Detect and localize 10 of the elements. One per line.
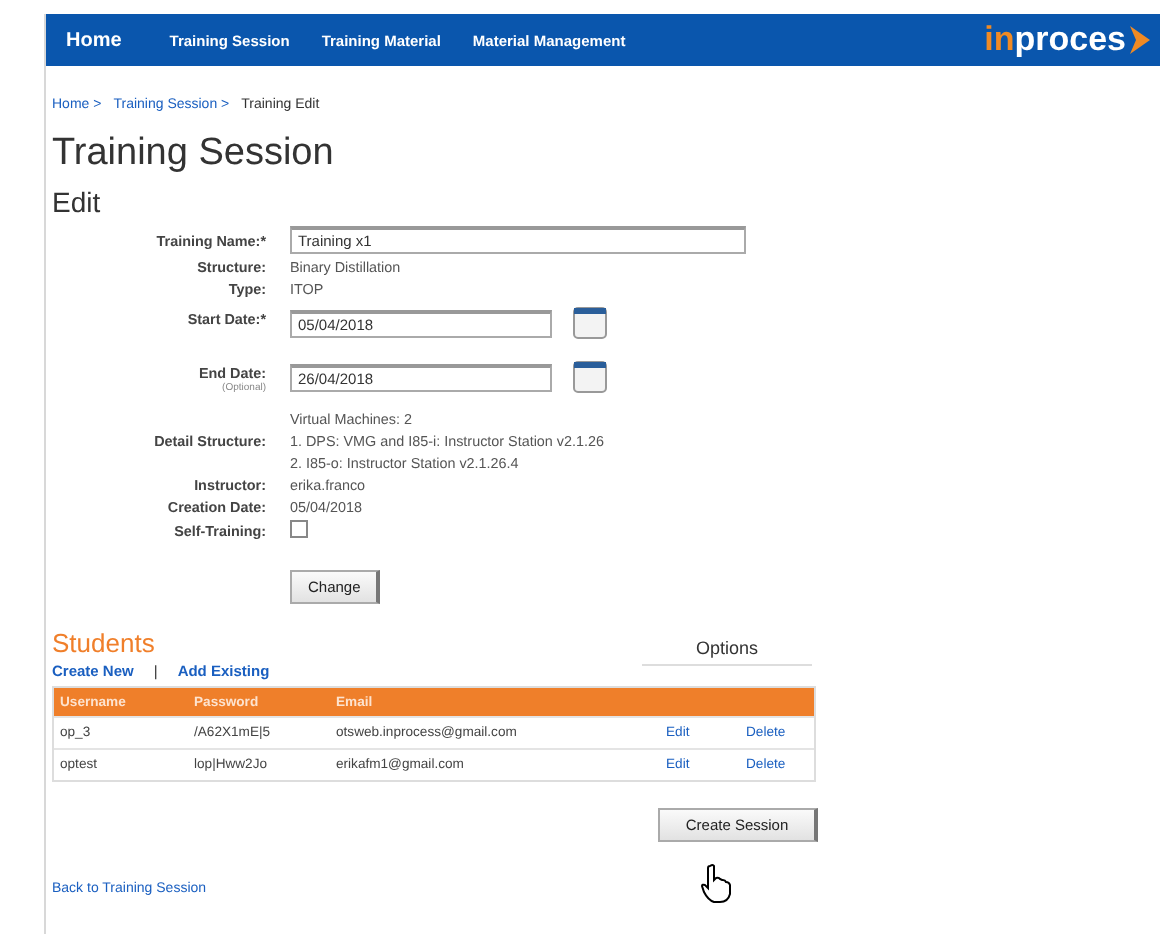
logo: inproces <box>984 20 1160 60</box>
students-heading: Students <box>52 628 155 658</box>
self-training-checkbox[interactable] <box>290 520 308 538</box>
calendar-icon[interactable] <box>572 360 608 394</box>
page-title: Training Session <box>52 132 336 176</box>
calendar-icon[interactable] <box>572 306 608 340</box>
section-title: Edit <box>52 186 103 218</box>
pointer-hand-icon <box>700 864 732 904</box>
nav-link[interactable]: Home <box>66 29 122 51</box>
options-heading: Options <box>642 628 812 666</box>
